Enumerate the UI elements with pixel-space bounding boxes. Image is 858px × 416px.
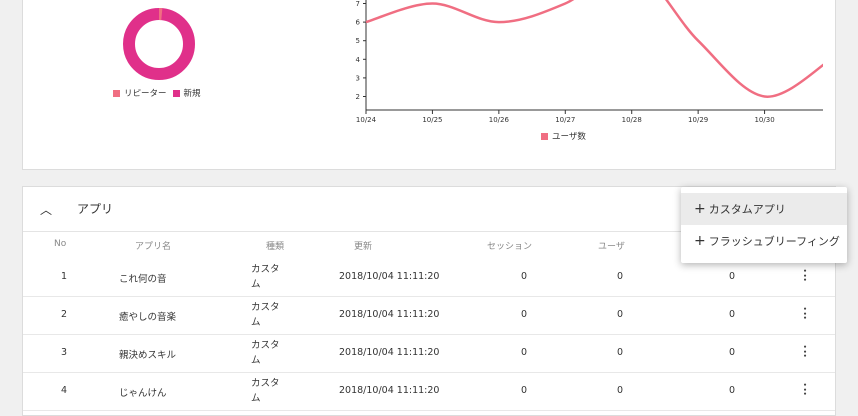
legend-swatch-users xyxy=(541,133,548,140)
y-tick-label: 2 xyxy=(356,93,360,101)
row-sessions: 0 xyxy=(521,347,527,358)
y-tick-label: 6 xyxy=(356,19,361,27)
menu-item-label: カスタムアプリ xyxy=(709,201,786,217)
menu-item-label: フラッシュブリーフィング xyxy=(709,233,840,249)
row-extra: 0 xyxy=(729,347,735,358)
legend-item-new: 新規 xyxy=(173,87,201,99)
apps-panel-title: アプリ xyxy=(77,200,113,217)
line-legend: ユーザ数 xyxy=(541,130,586,142)
row-sessions: 0 xyxy=(521,309,527,320)
user-line-chart: 2 3 4 5 6 7 10/24 10/25 10/26 10/27 10/28 10/29 10/3… xyxy=(323,0,823,148)
column-header-users: ユーザ xyxy=(598,239,625,252)
x-tick-label: 10/25 xyxy=(422,116,442,124)
row-type: カスタム xyxy=(251,338,287,368)
legend-label-new: 新規 xyxy=(184,87,201,99)
x-tick-label: 10/27 xyxy=(555,116,575,124)
table-row[interactable]: 3 親決めスキル カスタム 2018/10/04 11:11:20 0 0 0 ••• xyxy=(23,334,835,373)
donut-legend: リピーター 新規 xyxy=(113,87,207,99)
row-type: カスタム xyxy=(251,300,287,330)
donut-slice-new xyxy=(129,14,189,74)
chevron-up-icon[interactable]: ︿ xyxy=(40,201,52,218)
menu-item-flash-briefing[interactable]: + フラッシュブリーフィング xyxy=(681,225,847,257)
row-app-name: 癒やしの音楽 xyxy=(119,309,176,323)
row-updated: 2018/10/04 11:11:20 xyxy=(339,347,439,358)
row-extra: 0 xyxy=(729,271,735,282)
y-tick-label: 5 xyxy=(356,37,360,45)
row-updated: 2018/10/04 11:11:20 xyxy=(339,309,439,320)
row-users: 0 xyxy=(617,385,623,396)
plus-icon: + xyxy=(694,233,706,249)
more-vert-icon[interactable]: ••• xyxy=(801,384,809,398)
more-vert-icon[interactable]: ••• xyxy=(801,346,809,360)
legend-label-repeater: リピーター xyxy=(124,87,167,99)
table-row[interactable]: 1 これ何の音 カスタム 2018/10/04 11:11:20 0 0 0 ••• xyxy=(23,258,835,297)
series-line-users xyxy=(366,0,823,97)
row-no: 4 xyxy=(61,385,67,396)
row-sessions: 0 xyxy=(521,271,527,282)
x-tick-label: 10/30 xyxy=(754,116,774,124)
column-header-sessions: セッション xyxy=(487,239,532,252)
x-tick-label: 10/26 xyxy=(489,116,510,124)
column-header-updated: 更新 xyxy=(354,239,372,252)
table-row[interactable]: 4 じゃんけん カスタム 2018/10/04 11:11:20 0 0 0 ••• xyxy=(23,372,835,411)
y-tick-label: 3 xyxy=(356,74,360,82)
row-users: 0 xyxy=(617,347,623,358)
row-app-name: これ何の音 xyxy=(119,271,167,285)
column-header-type: 種類 xyxy=(266,239,284,252)
legend-swatch-new xyxy=(173,90,180,97)
row-updated: 2018/10/04 11:11:20 xyxy=(339,271,439,282)
row-extra: 0 xyxy=(729,385,735,396)
legend-swatch-repeater xyxy=(113,90,120,97)
row-sessions: 0 xyxy=(521,385,527,396)
table-row[interactable]: 2 癒やしの音楽 カスタム 2018/10/04 11:11:20 0 0 0 ••• xyxy=(23,296,835,335)
y-tick-label: 7 xyxy=(356,0,360,8)
column-header-no: No xyxy=(54,239,66,249)
row-updated: 2018/10/04 11:11:20 xyxy=(339,385,439,396)
plus-icon: + xyxy=(694,201,706,217)
row-extra: 0 xyxy=(729,309,735,320)
analytics-card: リピーター 新規 2 3 4 5 6 7 10/24 10/25 10/26 10/27 10/28… xyxy=(22,0,836,170)
row-users: 0 xyxy=(617,271,623,282)
x-tick-label: 10/29 xyxy=(688,116,708,124)
row-no: 3 xyxy=(61,347,67,358)
donut-chart xyxy=(119,4,199,84)
row-no: 1 xyxy=(61,271,67,282)
legend-label-users: ユーザ数 xyxy=(552,130,586,142)
row-type: カスタム xyxy=(251,376,287,406)
x-tick-label: 10/28 xyxy=(622,116,642,124)
row-no: 2 xyxy=(61,309,67,320)
add-app-menu: + カスタムアプリ + フラッシュブリーフィング xyxy=(681,187,847,263)
legend-item-repeater: リピーター xyxy=(113,87,167,99)
column-header-name: アプリ名 xyxy=(135,239,171,252)
row-type: カスタム xyxy=(251,262,287,292)
more-vert-icon[interactable]: ••• xyxy=(801,270,809,284)
more-vert-icon[interactable]: ••• xyxy=(801,308,809,322)
y-tick-label: 4 xyxy=(356,56,361,64)
row-users: 0 xyxy=(617,309,623,320)
menu-item-custom-app[interactable]: + カスタムアプリ xyxy=(681,193,847,225)
row-app-name: 親決めスキル xyxy=(119,347,176,361)
x-tick-label: 10/24 xyxy=(356,116,377,124)
row-app-name: じゃんけん xyxy=(119,385,167,399)
